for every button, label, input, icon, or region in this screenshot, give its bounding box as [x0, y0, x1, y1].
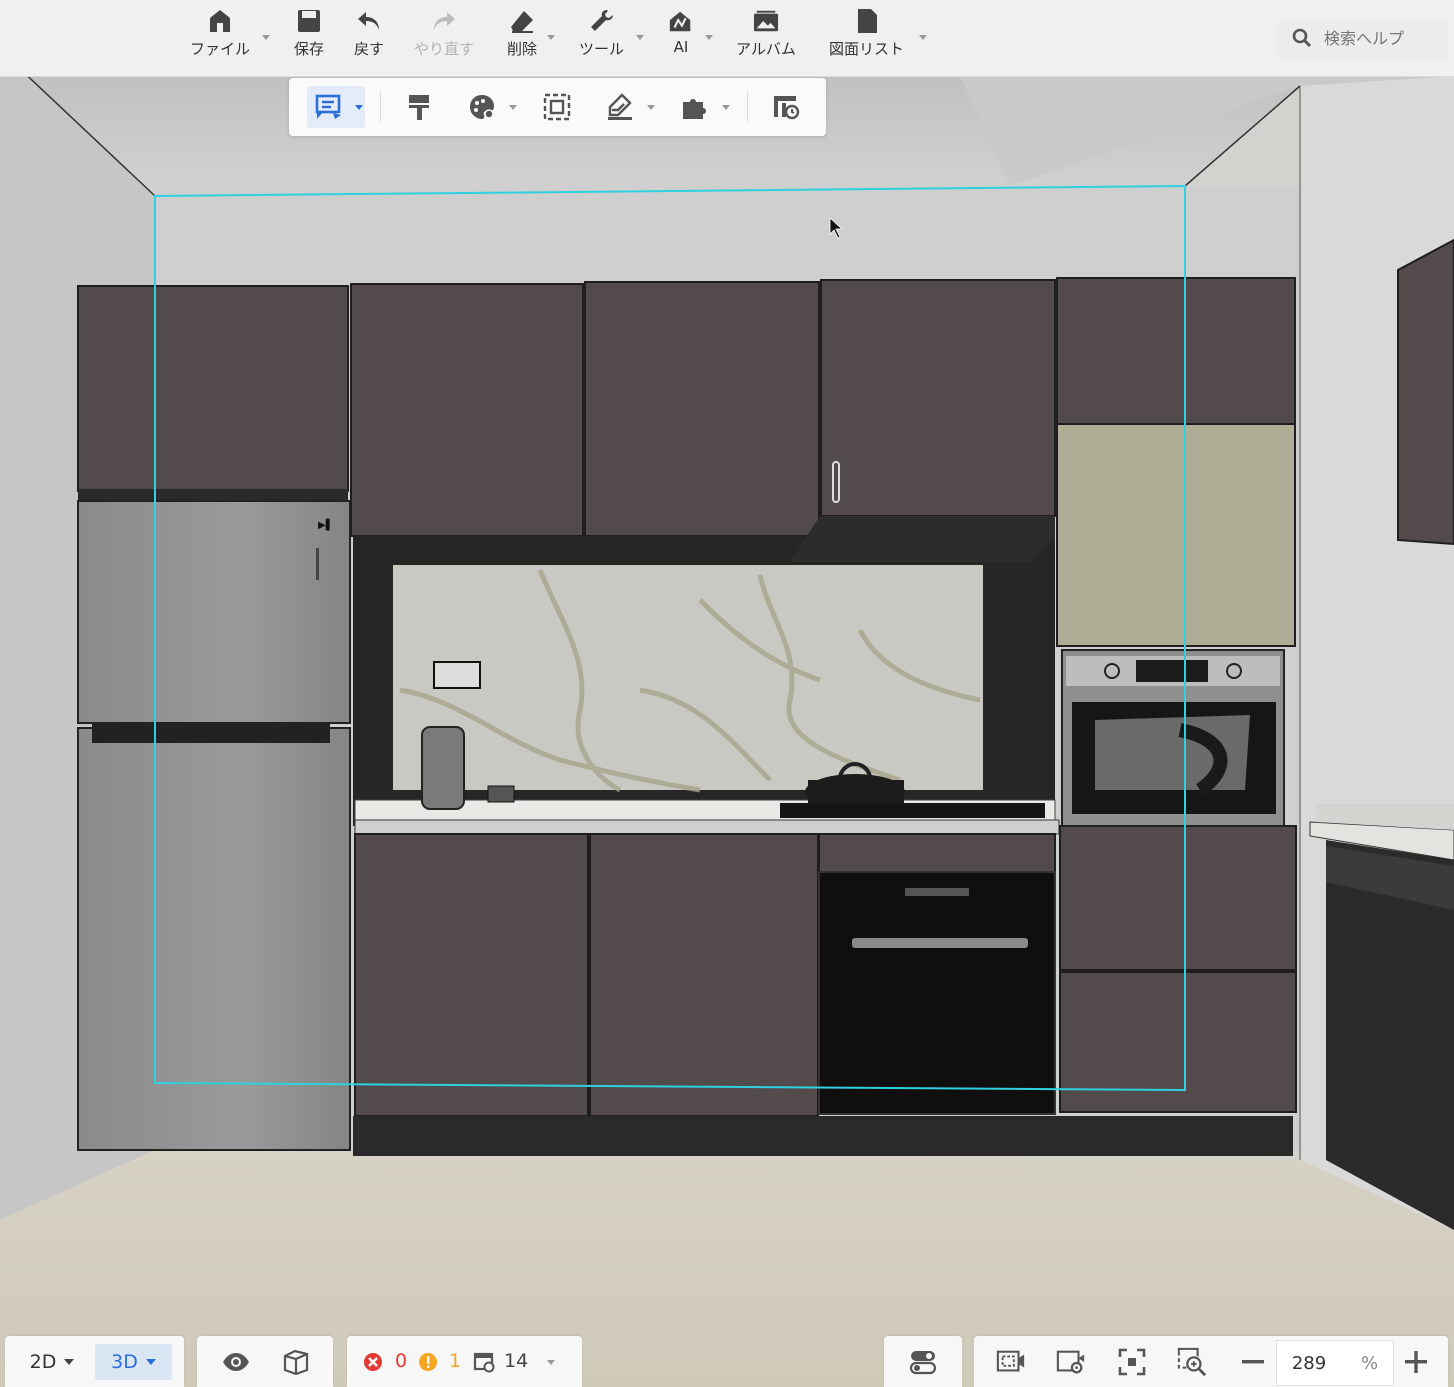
search-icon: [1292, 28, 1312, 48]
drawing-list-button[interactable]: 図面リスト: [829, 8, 904, 59]
zoom-unit: %: [1361, 1352, 1379, 1374]
file-label: ファイル: [190, 40, 251, 58]
tools-menu-button[interactable]: ツール: [579, 8, 624, 59]
secondary-toolbar: [289, 78, 826, 136]
tools-label: ツール: [579, 40, 625, 58]
delete-label: 削除: [507, 40, 538, 58]
range-hood: [790, 516, 1055, 562]
ai-label: AI: [673, 38, 689, 56]
zoom-in-button[interactable]: [1401, 1347, 1431, 1377]
separator: [747, 92, 748, 122]
file-menu-button[interactable]: ファイル: [190, 8, 250, 59]
wrench-icon: [589, 8, 615, 34]
zoom-input[interactable]: [1277, 1351, 1341, 1375]
file-dropdown-caret[interactable]: [262, 35, 270, 40]
status-dropdown-caret[interactable]: [547, 1360, 555, 1365]
album-icon: [753, 8, 779, 34]
kettle: [421, 726, 465, 810]
save-icon: [296, 8, 322, 34]
delete-button[interactable]: 削除: [507, 8, 537, 59]
render-icon[interactable]: [771, 92, 801, 122]
chevron-down-icon: [64, 1359, 75, 1365]
chevron-down-icon: [145, 1359, 156, 1365]
item-list-icon[interactable]: [471, 1347, 497, 1377]
warning-count: 1: [449, 1350, 462, 1372]
wall-socket: [433, 661, 481, 689]
undo-button[interactable]: 戻す: [354, 8, 384, 59]
undo-icon: [356, 8, 382, 34]
material-dropdown-caret[interactable]: [647, 105, 655, 110]
ai-menu-button[interactable]: AI: [668, 8, 694, 56]
delete-dropdown-caret[interactable]: [547, 35, 555, 40]
visibility-panel: [197, 1336, 333, 1387]
album-button[interactable]: アルバム: [736, 8, 796, 59]
drawing-list-dropdown-caret[interactable]: [919, 35, 927, 40]
eye-icon[interactable]: [221, 1347, 251, 1377]
redo-label: やり直す: [414, 40, 475, 58]
palette-icon[interactable]: [467, 92, 497, 122]
camera-view-icon[interactable]: [996, 1347, 1026, 1377]
wall-oven: [1061, 649, 1285, 827]
undo-label: 戻す: [354, 40, 385, 58]
help-search: [1278, 18, 1448, 58]
ai-dropdown-caret[interactable]: [705, 35, 713, 40]
focus-icon[interactable]: [1117, 1347, 1147, 1377]
plugin-icon[interactable]: [679, 92, 709, 122]
item-count: 14: [504, 1350, 529, 1372]
frame-select-icon[interactable]: [542, 92, 572, 122]
error-icon[interactable]: [362, 1347, 384, 1377]
settings-panel: [884, 1336, 962, 1387]
save-button[interactable]: 保存: [294, 8, 324, 59]
toggle-settings-icon[interactable]: [908, 1347, 938, 1377]
eraser-icon: [509, 8, 535, 34]
help-search-input[interactable]: [1322, 27, 1446, 49]
view-2d-button[interactable]: 2D: [19, 1344, 85, 1380]
document-icon: [854, 8, 880, 34]
error-count: 0: [395, 1350, 408, 1372]
view-mode-panel: 2D 3D: [5, 1336, 184, 1387]
status-panel: 0 1 14: [347, 1336, 582, 1387]
catalog-dropdown-caret[interactable]: [355, 105, 363, 110]
marble-backsplash: [393, 565, 983, 790]
plugin-dropdown-caret[interactable]: [722, 105, 730, 110]
redo-icon: [431, 8, 457, 34]
album-label: アルバム: [736, 40, 796, 58]
home-icon: [207, 8, 233, 34]
ai-house-icon: [668, 8, 694, 34]
zoom-field: %: [1276, 1340, 1394, 1386]
plinth: [353, 1116, 1293, 1156]
palette-dropdown-caret[interactable]: [509, 105, 517, 110]
fridge: ▶▌: [77, 500, 351, 1151]
top-toolbar: ファイル 保存 戻す やり直す 削除 ツール AI アルバム 図面リスト 検索ヘ…: [0, 0, 1454, 77]
view-2d-label: 2D: [29, 1351, 57, 1373]
beige-cabinet: [1056, 423, 1296, 647]
svg-text:▶▌: ▶▌: [318, 518, 333, 531]
save-label: 保存: [294, 40, 325, 58]
drawing-list-label: 図面リスト: [829, 40, 905, 58]
material-brush-icon[interactable]: [605, 92, 635, 122]
3d-viewport[interactable]: ▶▌: [0, 0, 1454, 1387]
view-3d-button[interactable]: 3D: [95, 1344, 172, 1380]
zoom-out-button[interactable]: [1238, 1347, 1268, 1377]
lower-oven: [818, 871, 1056, 1115]
camera-settings-icon[interactable]: [1056, 1347, 1086, 1377]
tools-dropdown-caret[interactable]: [636, 35, 644, 40]
view-3d-label: 3D: [111, 1351, 138, 1373]
warning-icon[interactable]: [417, 1347, 439, 1377]
zoom-fit-icon[interactable]: [1177, 1347, 1207, 1377]
separator: [380, 92, 381, 122]
redo-button[interactable]: やり直す: [414, 8, 474, 59]
catalog-icon[interactable]: [314, 92, 344, 122]
3d-box-icon[interactable]: [281, 1347, 311, 1377]
paint-roller-icon[interactable]: [405, 92, 435, 122]
